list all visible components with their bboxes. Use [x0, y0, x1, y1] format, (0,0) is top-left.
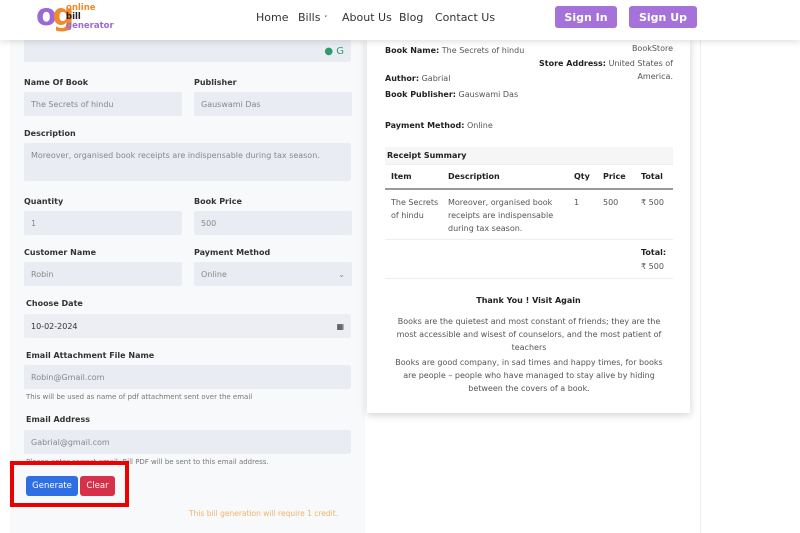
table-row: The Secrets of hindu Moreover, organised…: [385, 190, 673, 240]
date-input[interactable]: 10-02-2024 ▦: [24, 314, 351, 338]
credit-note: This bill generation will require 1 cred…: [189, 509, 339, 518]
date-value: 10-02-2024: [31, 321, 78, 331]
generate-button[interactable]: Generate: [26, 476, 78, 496]
total-row: Total: ₹ 500: [385, 240, 673, 279]
total-value: ₹ 500: [641, 262, 664, 271]
clear-button[interactable]: Clear: [80, 476, 115, 496]
attach-label: Email Attachment File Name: [26, 351, 155, 360]
col-price: Price: [603, 172, 626, 181]
date-label: Choose Date: [26, 299, 83, 308]
table-header: Item Description Qty Price Total: [385, 164, 673, 190]
label: Store Address:: [539, 59, 607, 68]
chevron-down-icon: ⌄: [338, 269, 345, 279]
sign-in-button[interactable]: Sign In: [555, 6, 617, 28]
col-total: Total: [641, 172, 663, 181]
grammarly-icon: ● G: [324, 45, 344, 57]
nav-blog[interactable]: Blog: [399, 11, 423, 24]
logo-text: online bill generator: [66, 4, 114, 31]
chevron-down-icon: ˅: [323, 15, 328, 23]
nav-bills-label: Bills: [298, 11, 321, 24]
customer-input[interactable]: Robin: [24, 262, 182, 286]
email-input[interactable]: Gabrial@gmail.com: [24, 430, 351, 454]
book-name-input[interactable]: The Secrets of hindu: [24, 92, 182, 116]
sign-up-button[interactable]: Sign Up: [629, 6, 697, 28]
nav-contact[interactable]: Contact Us: [435, 11, 495, 24]
cell-price: 500: [603, 198, 619, 207]
cell-total: ₹ 500: [641, 198, 664, 207]
value: The Secrets of hindu: [441, 46, 525, 55]
payment-label: Payment Method: [194, 248, 271, 257]
customer-label: Customer Name: [24, 248, 96, 257]
col-item: Item: [391, 172, 412, 181]
publisher-input[interactable]: Gauswami Das: [194, 92, 352, 116]
thank-you: Thank You ! Visit Again: [476, 296, 581, 305]
nav-home[interactable]: Home: [256, 11, 288, 24]
description-label: Description: [24, 129, 76, 138]
value: United States of America.: [608, 59, 673, 81]
label: Book Publisher:: [385, 90, 456, 99]
quantity-input[interactable]: 1: [24, 211, 182, 235]
value: Gabrial: [421, 74, 451, 83]
col-description: Description: [448, 172, 500, 181]
total-label: Total:: [641, 248, 667, 257]
summary-title: Receipt Summary: [385, 147, 673, 164]
publisher-line: Book Publisher: Gauswami Das: [385, 88, 518, 101]
store-name: BookStore: [631, 44, 673, 53]
quantity-label: Quantity: [24, 197, 64, 206]
cell-qty: 1: [574, 198, 580, 207]
payment-value: Online: [201, 269, 227, 279]
nav-about[interactable]: About Us: [342, 11, 392, 24]
name-label: Name Of Book: [24, 78, 89, 87]
cell-item: The Secrets of hindu: [391, 198, 439, 220]
value: Gauswami Das: [458, 90, 519, 99]
payment-select[interactable]: Online ⌄: [194, 262, 352, 286]
logo-line: generator: [66, 21, 114, 31]
price-label: Book Price: [194, 197, 242, 206]
store-address-line: Store Address: United States of America.: [533, 57, 673, 83]
attach-hint: This will be used as name of pdf attachm…: [26, 393, 253, 401]
col-qty: Qty: [574, 172, 590, 181]
calendar-icon[interactable]: ▦: [336, 322, 344, 331]
payment-line: Payment Method: Online: [385, 119, 493, 132]
price-input[interactable]: 500: [194, 211, 352, 235]
receipt-card: Book Name: The Secrets of hindu Author: …: [367, 38, 690, 413]
book-name-line: Book Name: The Secrets of hindu: [385, 44, 525, 57]
logo[interactable]: og: [36, 0, 74, 33]
quote-1: Books are the quietest and most constant…: [396, 317, 662, 352]
label: Author:: [385, 74, 420, 83]
nav-bills[interactable]: Bills ˅: [298, 11, 327, 24]
cell-description: Moreover, organised book receipts are in…: [448, 198, 554, 233]
value: Online: [466, 121, 493, 130]
side-area: [700, 40, 800, 533]
publisher-label: Publisher: [194, 78, 237, 87]
textarea-top[interactable]: ● G: [24, 40, 351, 62]
label: Book Name:: [385, 46, 440, 55]
author-line: Author: Gabrial: [385, 72, 450, 85]
quote-2: Books are good company, in sad times and…: [395, 358, 663, 393]
description-textarea[interactable]: Moreover, organised book receipts are in…: [24, 143, 351, 181]
header: og online bill generator Home Bills ˅ Abou…: [0, 0, 800, 40]
attachment-name-input[interactable]: Robin@Gmail.com: [24, 365, 351, 389]
label: Payment Method:: [385, 121, 465, 130]
email-label: Email Address: [26, 415, 91, 424]
